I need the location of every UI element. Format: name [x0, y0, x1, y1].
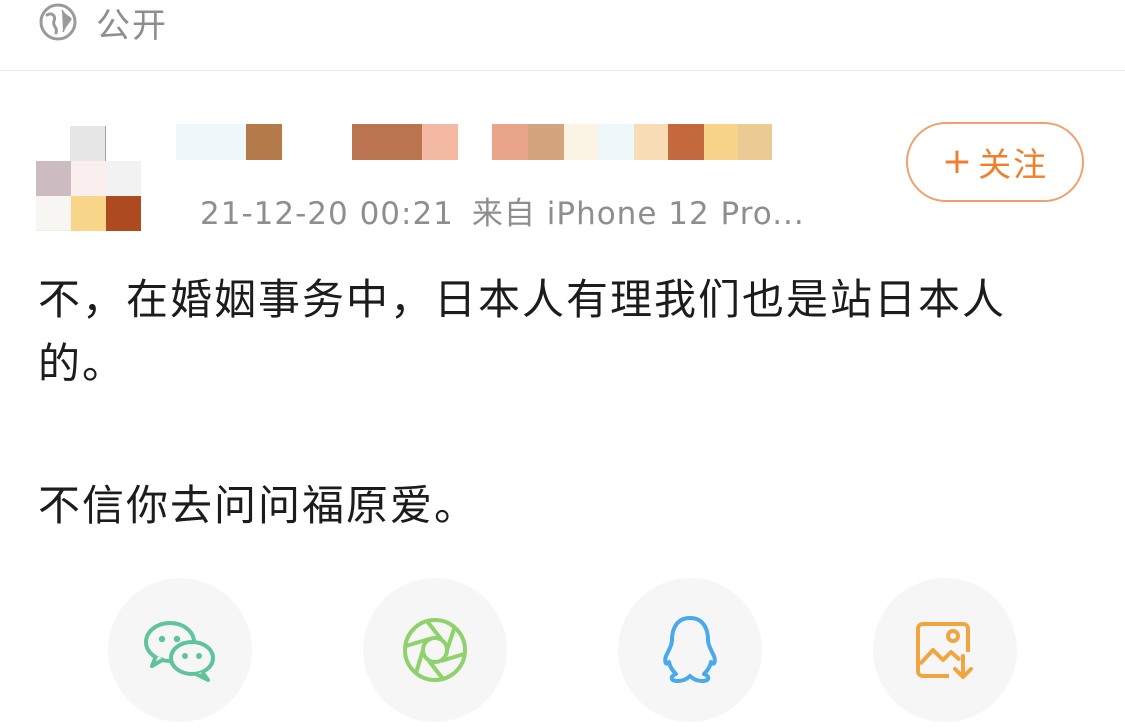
- visibility-label: 公开: [96, 5, 168, 46]
- visibility-indicator: 公开: [38, 0, 168, 46]
- share-qq-button[interactable]: [618, 578, 762, 722]
- wechat-icon: [144, 621, 215, 682]
- save-image-button[interactable]: [873, 578, 1017, 722]
- post-content: 不，在婚姻事务中，日本人有理我们也是站日本人的。 不信你去问问福原爱。: [38, 268, 1088, 538]
- plus-icon: +: [941, 141, 975, 182]
- post-source: 来自 iPhone 12 Pro...: [471, 196, 805, 232]
- share-row: [0, 578, 1125, 728]
- moments-icon: [403, 618, 467, 682]
- avatar-pixel: [70, 126, 105, 161]
- post-time: 21-12-20 00:21: [200, 196, 454, 232]
- save-image-icon: [916, 622, 973, 679]
- share-wechat-button[interactable]: [108, 578, 252, 722]
- avatar-pixel: [36, 196, 71, 230]
- follow-button[interactable]: + 关注: [906, 122, 1084, 202]
- post-meta: 21-12-20 00:21 来自 iPhone 12 Pro...: [200, 188, 805, 233]
- qq-icon: [663, 616, 717, 683]
- share-moments-button[interactable]: [363, 578, 507, 722]
- post-paragraph: 不信你去问问福原爱。: [38, 481, 479, 530]
- post-paragraph: 不，在婚姻事务中，日本人有理我们也是站日本人的。: [38, 275, 1007, 388]
- globe-icon: [39, 3, 77, 41]
- follow-label: 关注: [978, 145, 1049, 184]
- username-obscured[interactable]: [176, 124, 776, 160]
- top-bar: 公开: [0, 0, 1125, 71]
